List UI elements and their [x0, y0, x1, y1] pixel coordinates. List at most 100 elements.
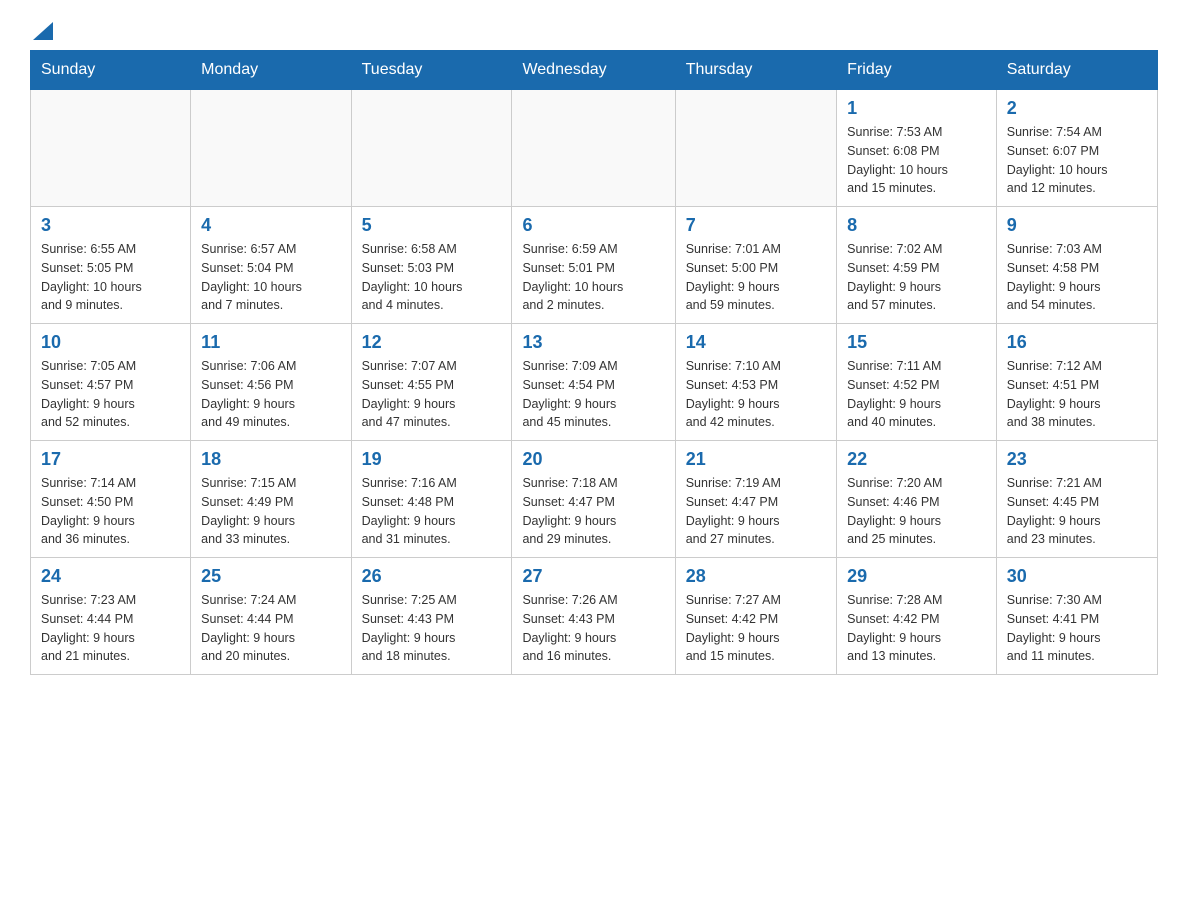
day-info: Sunrise: 7:14 AMSunset: 4:50 PMDaylight:… — [41, 474, 180, 549]
day-info: Sunrise: 7:24 AMSunset: 4:44 PMDaylight:… — [201, 591, 340, 666]
day-info: Sunrise: 7:02 AMSunset: 4:59 PMDaylight:… — [847, 240, 986, 315]
weekday-header-tuesday: Tuesday — [351, 51, 512, 90]
day-number: 16 — [1007, 332, 1147, 353]
logo-triangle-icon — [33, 18, 53, 40]
day-number: 12 — [362, 332, 502, 353]
day-number: 22 — [847, 449, 986, 470]
day-info: Sunrise: 7:01 AMSunset: 5:00 PMDaylight:… — [686, 240, 826, 315]
calendar-cell: 14 Sunrise: 7:10 AMSunset: 4:53 PMDayligh… — [675, 324, 836, 441]
day-info: Sunrise: 7:09 AMSunset: 4:54 PMDaylight:… — [522, 357, 664, 432]
calendar-header-row: SundayMondayTuesdayWednesdayThursdayFrid… — [31, 51, 1158, 90]
day-info: Sunrise: 7:28 AMSunset: 4:42 PMDaylight:… — [847, 591, 986, 666]
day-info: Sunrise: 6:55 AMSunset: 5:05 PMDaylight:… — [41, 240, 180, 315]
weekday-header-monday: Monday — [191, 51, 351, 90]
calendar-cell: 20 Sunrise: 7:18 AMSunset: 4:47 PMDayligh… — [512, 441, 675, 558]
weekday-header-saturday: Saturday — [996, 51, 1157, 90]
day-number: 27 — [522, 566, 664, 587]
day-number: 21 — [686, 449, 826, 470]
day-number: 2 — [1007, 98, 1147, 119]
day-number: 7 — [686, 215, 826, 236]
calendar-cell: 4 Sunrise: 6:57 AMSunset: 5:04 PMDaylight… — [191, 207, 351, 324]
calendar-cell: 30Sunrise: 7:30 AMSunset: 4:41 PMDayligh… — [996, 558, 1157, 675]
day-info: Sunrise: 7:25 AMSunset: 4:43 PMDaylight:… — [362, 591, 502, 666]
day-number: 9 — [1007, 215, 1147, 236]
calendar-week-row: 3 Sunrise: 6:55 AMSunset: 5:05 PMDaylight… — [31, 207, 1158, 324]
calendar-cell: 28 Sunrise: 7:27 AMSunset: 4:42 PMDayligh… — [675, 558, 836, 675]
day-info: Sunrise: 7:15 AMSunset: 4:49 PMDaylight:… — [201, 474, 340, 549]
day-info: Sunrise: 7:18 AMSunset: 4:47 PMDaylight:… — [522, 474, 664, 549]
calendar-cell: 11Sunrise: 7:06 AMSunset: 4:56 PMDayligh… — [191, 324, 351, 441]
day-info: Sunrise: 7:07 AMSunset: 4:55 PMDaylight:… — [362, 357, 502, 432]
day-number: 29 — [847, 566, 986, 587]
weekday-header-thursday: Thursday — [675, 51, 836, 90]
day-info: Sunrise: 7:26 AMSunset: 4:43 PMDaylight:… — [522, 591, 664, 666]
page-header — [30, 20, 1158, 40]
day-number: 19 — [362, 449, 502, 470]
day-number: 30 — [1007, 566, 1147, 587]
day-number: 17 — [41, 449, 180, 470]
calendar-cell: 29 Sunrise: 7:28 AMSunset: 4:42 PMDayligh… — [837, 558, 997, 675]
calendar-cell — [31, 90, 191, 207]
calendar-cell: 9 Sunrise: 7:03 AMSunset: 4:58 PMDaylight… — [996, 207, 1157, 324]
calendar-cell: 26 Sunrise: 7:25 AMSunset: 4:43 PMDayligh… — [351, 558, 512, 675]
calendar-cell: 1Sunrise: 7:53 AMSunset: 6:08 PMDaylight… — [837, 90, 997, 207]
day-number: 8 — [847, 215, 986, 236]
calendar-cell: 12 Sunrise: 7:07 AMSunset: 4:55 PMDayligh… — [351, 324, 512, 441]
day-number: 18 — [201, 449, 340, 470]
day-info: Sunrise: 7:19 AMSunset: 4:47 PMDaylight:… — [686, 474, 826, 549]
calendar-cell: 7 Sunrise: 7:01 AMSunset: 5:00 PMDaylight… — [675, 207, 836, 324]
calendar-cell: 2 Sunrise: 7:54 AMSunset: 6:07 PMDaylight… — [996, 90, 1157, 207]
day-number: 26 — [362, 566, 502, 587]
day-info: Sunrise: 7:20 AMSunset: 4:46 PMDaylight:… — [847, 474, 986, 549]
day-number: 4 — [201, 215, 340, 236]
calendar-cell: 16 Sunrise: 7:12 AMSunset: 4:51 PMDayligh… — [996, 324, 1157, 441]
weekday-header-wednesday: Wednesday — [512, 51, 675, 90]
day-info: Sunrise: 7:27 AMSunset: 4:42 PMDaylight:… — [686, 591, 826, 666]
calendar-table: SundayMondayTuesdayWednesdayThursdayFrid… — [30, 50, 1158, 675]
day-info: Sunrise: 7:10 AMSunset: 4:53 PMDaylight:… — [686, 357, 826, 432]
day-number: 10 — [41, 332, 180, 353]
day-number: 1 — [847, 98, 986, 119]
day-number: 24 — [41, 566, 180, 587]
day-info: Sunrise: 7:23 AMSunset: 4:44 PMDaylight:… — [41, 591, 180, 666]
day-number: 20 — [522, 449, 664, 470]
calendar-cell: 27 Sunrise: 7:26 AMSunset: 4:43 PMDayligh… — [512, 558, 675, 675]
calendar-week-row: 1Sunrise: 7:53 AMSunset: 6:08 PMDaylight… — [31, 90, 1158, 207]
calendar-cell: 10 Sunrise: 7:05 AMSunset: 4:57 PMDayligh… — [31, 324, 191, 441]
day-info: Sunrise: 6:59 AMSunset: 5:01 PMDaylight:… — [522, 240, 664, 315]
day-info: Sunrise: 7:05 AMSunset: 4:57 PMDaylight:… — [41, 357, 180, 432]
day-info: Sunrise: 7:21 AMSunset: 4:45 PMDaylight:… — [1007, 474, 1147, 549]
calendar-week-row: 10 Sunrise: 7:05 AMSunset: 4:57 PMDayligh… — [31, 324, 1158, 441]
day-number: 25 — [201, 566, 340, 587]
calendar-cell: 21 Sunrise: 7:19 AMSunset: 4:47 PMDayligh… — [675, 441, 836, 558]
day-info: Sunrise: 7:54 AMSunset: 6:07 PMDaylight:… — [1007, 123, 1147, 198]
calendar-week-row: 24 Sunrise: 7:23 AMSunset: 4:44 PMDayligh… — [31, 558, 1158, 675]
day-info: Sunrise: 6:57 AMSunset: 5:04 PMDaylight:… — [201, 240, 340, 315]
day-info: Sunrise: 7:11 AMSunset: 4:52 PMDaylight:… — [847, 357, 986, 432]
day-info: Sunrise: 7:12 AMSunset: 4:51 PMDaylight:… — [1007, 357, 1147, 432]
day-number: 3 — [41, 215, 180, 236]
day-number: 23 — [1007, 449, 1147, 470]
day-number: 13 — [522, 332, 664, 353]
day-number: 11 — [201, 332, 340, 353]
day-info: Sunrise: 6:58 AMSunset: 5:03 PMDaylight:… — [362, 240, 502, 315]
day-info: Sunrise: 7:16 AMSunset: 4:48 PMDaylight:… — [362, 474, 502, 549]
calendar-cell: 19 Sunrise: 7:16 AMSunset: 4:48 PMDayligh… — [351, 441, 512, 558]
calendar-cell: 22 Sunrise: 7:20 AMSunset: 4:46 PMDayligh… — [837, 441, 997, 558]
day-number: 28 — [686, 566, 826, 587]
calendar-cell: 8 Sunrise: 7:02 AMSunset: 4:59 PMDaylight… — [837, 207, 997, 324]
calendar-cell: 24 Sunrise: 7:23 AMSunset: 4:44 PMDayligh… — [31, 558, 191, 675]
calendar-cell: 6 Sunrise: 6:59 AMSunset: 5:01 PMDaylight… — [512, 207, 675, 324]
calendar-cell: 18 Sunrise: 7:15 AMSunset: 4:49 PMDayligh… — [191, 441, 351, 558]
weekday-header-sunday: Sunday — [31, 51, 191, 90]
day-info: Sunrise: 7:03 AMSunset: 4:58 PMDaylight:… — [1007, 240, 1147, 315]
calendar-cell: 3 Sunrise: 6:55 AMSunset: 5:05 PMDaylight… — [31, 207, 191, 324]
day-number: 15 — [847, 332, 986, 353]
calendar-cell: 17 Sunrise: 7:14 AMSunset: 4:50 PMDayligh… — [31, 441, 191, 558]
day-number: 6 — [522, 215, 664, 236]
day-number: 5 — [362, 215, 502, 236]
day-number: 14 — [686, 332, 826, 353]
calendar-cell: 13 Sunrise: 7:09 AMSunset: 4:54 PMDayligh… — [512, 324, 675, 441]
calendar-week-row: 17 Sunrise: 7:14 AMSunset: 4:50 PMDayligh… — [31, 441, 1158, 558]
calendar-cell — [191, 90, 351, 207]
